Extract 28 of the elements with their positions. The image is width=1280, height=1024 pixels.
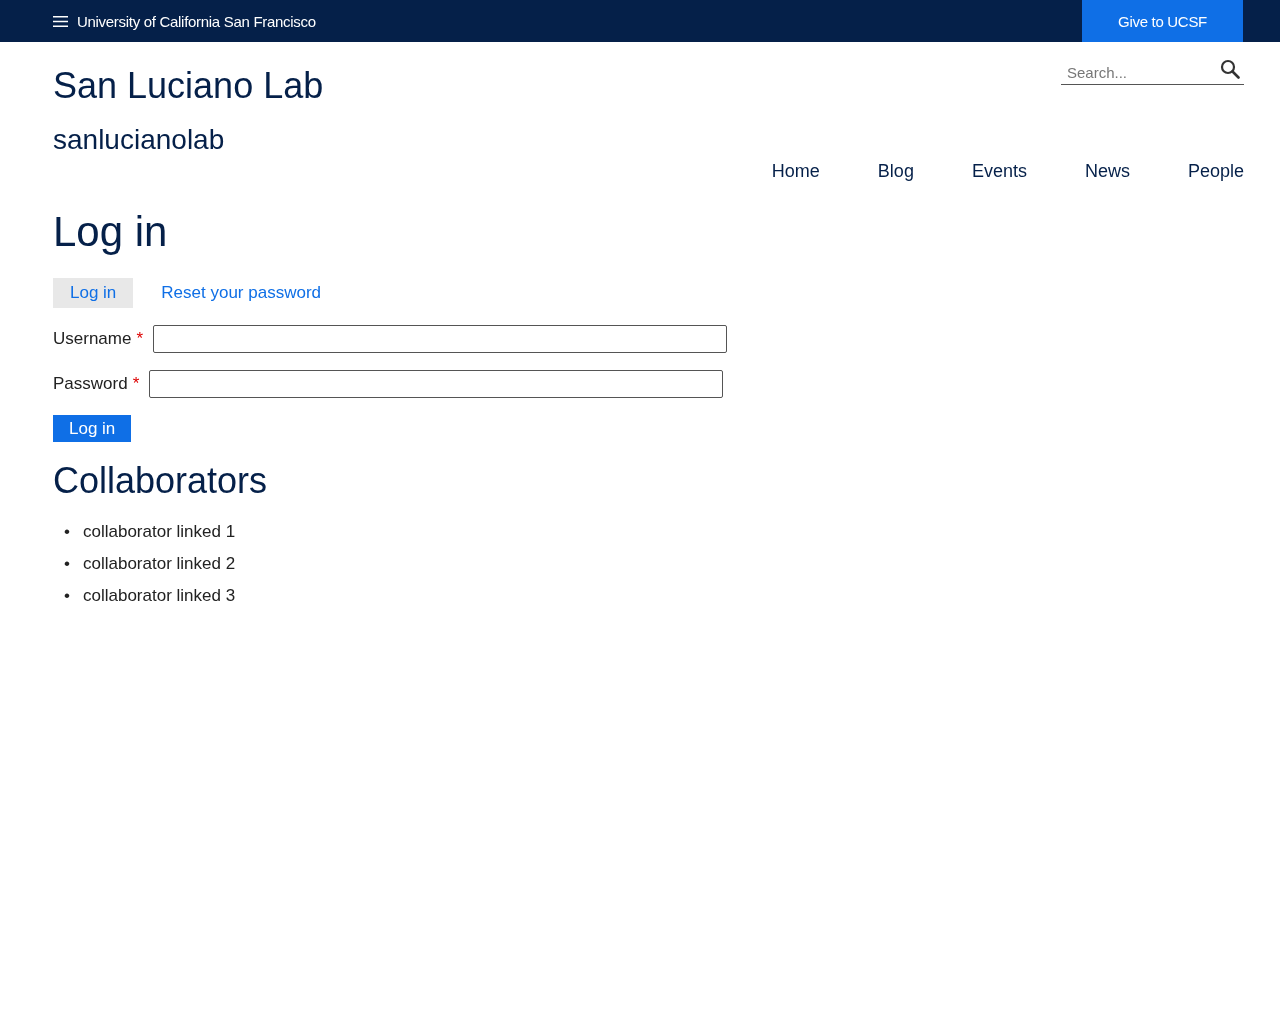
required-mark: * bbox=[132, 374, 140, 394]
site-title[interactable]: San Luciano Lab bbox=[53, 66, 324, 106]
input-field[interactable] bbox=[153, 325, 728, 353]
menu-icon[interactable] bbox=[53, 15, 68, 27]
nav-link[interactable]: News bbox=[1084, 161, 1130, 182]
site-slogan: sanlucianolab bbox=[53, 124, 226, 156]
search-icon[interactable] bbox=[1220, 59, 1240, 79]
nav-link[interactable]: Events bbox=[971, 161, 1027, 182]
required-mark: * bbox=[136, 329, 144, 349]
bullet-mark: • bbox=[64, 586, 71, 606]
collaborator-link[interactable]: collaborator linked 1 bbox=[83, 522, 236, 542]
input-field[interactable] bbox=[149, 370, 724, 398]
nav-link[interactable]: People bbox=[1187, 161, 1244, 182]
collaborator-link[interactable]: collaborator linked 3 bbox=[83, 586, 236, 606]
tab[interactable]: Reset your password bbox=[147, 278, 335, 308]
bullet-mark: • bbox=[64, 522, 71, 542]
page-title: Log in bbox=[53, 208, 169, 256]
university-link[interactable]: University of California San Francisco bbox=[77, 12, 316, 30]
field-label: Username bbox=[53, 329, 132, 349]
nav-link[interactable]: Home bbox=[771, 161, 820, 182]
login-button[interactable]: Log in bbox=[53, 415, 132, 442]
section-heading: Collaborators bbox=[53, 460, 269, 502]
bullet-mark: • bbox=[64, 554, 71, 574]
nav-link[interactable]: Blog bbox=[877, 161, 914, 182]
field-label: Password bbox=[53, 374, 128, 394]
collaborator-link[interactable]: collaborator linked 2 bbox=[83, 554, 236, 574]
tab[interactable]: Log in bbox=[53, 278, 134, 308]
give-button[interactable]: Give to UCSF bbox=[1082, 0, 1243, 42]
